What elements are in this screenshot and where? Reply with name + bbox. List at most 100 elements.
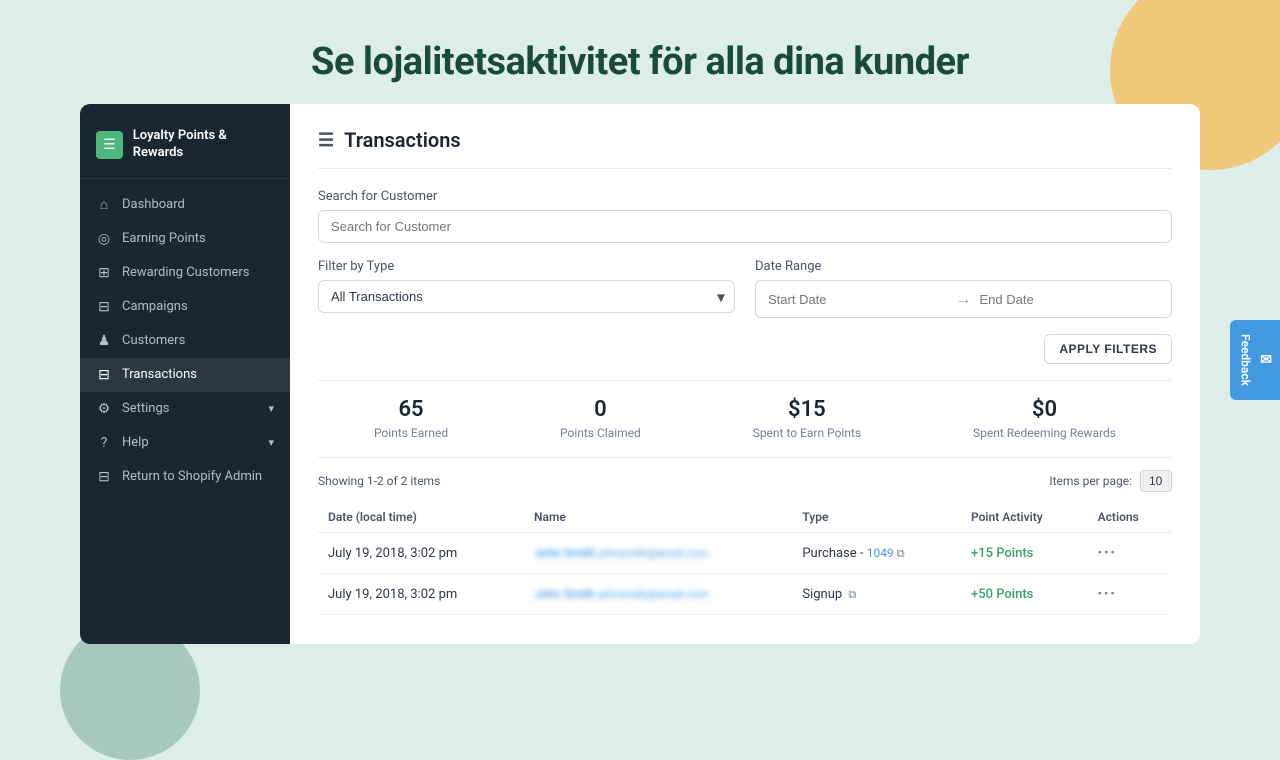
brand-name: Loyalty Points & Rewards: [133, 128, 274, 162]
sidebar-item-customers[interactable]: ♟ Customers: [80, 324, 290, 358]
row2-actions[interactable]: •••: [1088, 574, 1172, 615]
row1-point-activity: +15 Points: [961, 533, 1088, 574]
items-per-page-label: Items per page:: [1049, 474, 1132, 488]
filter-type-group: Filter by Type All Transactions Purchase…: [318, 259, 735, 313]
stat-spent-earn-value: $15: [753, 397, 861, 422]
search-input[interactable]: [318, 210, 1172, 243]
feedback-icon: ✉: [1260, 352, 1272, 368]
sidebar-item-label: Campaigns: [122, 299, 188, 314]
filter-date-group: Date Range →: [755, 259, 1172, 318]
table-count: Showing 1-2 of 2 items: [318, 474, 440, 488]
content-area: ☰ Transactions Search for Customer Filte…: [290, 104, 1200, 644]
sidebar: ☰ Loyalty Points & Rewards ⌂ Dashboard ◎…: [80, 104, 290, 644]
sidebar-item-label: Dashboard: [122, 197, 185, 212]
sidebar-item-label: Help: [122, 435, 149, 450]
content-title: ☰ Transactions: [318, 128, 1172, 169]
search-label: Search for Customer: [318, 189, 1172, 204]
row1-actions-menu[interactable]: •••: [1098, 546, 1117, 561]
feedback-tab[interactable]: ✉ Feedback: [1230, 320, 1280, 400]
row2-type: Signup ⧉: [792, 574, 961, 615]
filter-row: Filter by Type All Transactions Purchase…: [318, 259, 1172, 318]
row1-type-link[interactable]: 1049: [867, 546, 894, 560]
row2-customer-email: johnsmith@email.com: [599, 588, 709, 601]
stat-spent-earn-label: Spent to Earn Points: [753, 426, 861, 440]
row1-points: +15 Points: [971, 546, 1033, 561]
sidebar-item-transactions[interactable]: ⊟ Transactions: [80, 358, 290, 392]
row2-customer: John Smith johnsmith@email.com: [524, 574, 792, 615]
stat-points-claimed-value: 0: [560, 397, 641, 422]
stat-points-earned-value: 65: [374, 397, 448, 422]
filter-date-label: Date Range: [755, 259, 1172, 274]
help-icon: ?: [96, 435, 112, 451]
page-title: Transactions: [344, 128, 461, 152]
campaigns-icon: ⊟: [96, 299, 112, 315]
per-page-select[interactable]: 10 25 50: [1140, 470, 1172, 492]
page-header: Se lojalitetsaktivitet för alla dina kun…: [0, 0, 1280, 104]
col-type: Type: [792, 502, 961, 533]
dashboard-icon: ⌂: [96, 196, 112, 213]
items-per-page: Items per page: 10 25 50: [1049, 470, 1172, 492]
row2-type-text: Signup: [802, 587, 842, 602]
filter-type-label: Filter by Type: [318, 259, 735, 274]
stat-points-earned: 65 Points Earned: [374, 397, 448, 441]
col-name: Name: [524, 502, 792, 533]
feedback-label: Feedback: [1238, 334, 1252, 386]
table-header: Date (local time) Name Type Point Activi…: [318, 502, 1172, 533]
stat-points-earned-label: Points Earned: [374, 426, 448, 440]
settings-icon: ⚙: [96, 401, 112, 417]
sidebar-item-label: Settings: [122, 401, 169, 416]
filter-type-select[interactable]: All Transactions Purchase Signup Redempt…: [318, 280, 735, 313]
sidebar-item-help[interactable]: ? Help ▾: [80, 426, 290, 460]
date-arrow-icon: →: [956, 289, 972, 309]
row1-date: July 19, 2018, 3:02 pm: [318, 533, 524, 574]
stat-spent-redeeming: $0 Spent Redeeming Rewards: [973, 397, 1116, 441]
sidebar-item-label: Rewarding Customers: [122, 265, 250, 280]
table-row: July 19, 2018, 3:02 pm John Smith johnsm…: [318, 574, 1172, 615]
row1-customer: John Smith johnsmith@email.com: [524, 533, 792, 574]
sidebar-item-return[interactable]: ⊟ Return to Shopify Admin: [80, 460, 290, 494]
stat-spent-redeeming-value: $0: [973, 397, 1116, 422]
sidebar-item-settings[interactable]: ⚙ Settings ▾: [80, 392, 290, 426]
chevron-down-icon: ▾: [268, 402, 274, 415]
col-date: Date (local time): [318, 502, 524, 533]
row2-date: July 19, 2018, 3:02 pm: [318, 574, 524, 615]
sidebar-item-rewarding-customers[interactable]: ⊞ Rewarding Customers: [80, 256, 290, 290]
rewarding-icon: ⊞: [96, 265, 112, 281]
apply-filters-button[interactable]: APPLY FILTERS: [1044, 334, 1172, 364]
row1-type-text: Purchase -: [802, 546, 866, 561]
col-point-activity: Point Activity: [961, 502, 1088, 533]
customers-icon: ♟: [96, 333, 112, 349]
stat-points-claimed: 0 Points Claimed: [560, 397, 641, 441]
row2-point-activity: +50 Points: [961, 574, 1088, 615]
sidebar-item-label: Earning Points: [122, 231, 206, 246]
sidebar-item-label: Transactions: [122, 367, 197, 382]
row2-actions-menu[interactable]: •••: [1098, 587, 1117, 602]
date-start-input[interactable]: [768, 292, 948, 307]
sidebar-item-campaigns[interactable]: ⊟ Campaigns: [80, 290, 290, 324]
row2-points: +50 Points: [971, 587, 1033, 602]
row1-type: Purchase - 1049⧉: [792, 533, 961, 574]
transactions-icon: ⊟: [96, 367, 112, 383]
filter-actions: APPLY FILTERS: [318, 334, 1172, 364]
filter-type-select-wrapper[interactable]: All Transactions Purchase Signup Redempt…: [318, 280, 735, 313]
table-body: July 19, 2018, 3:02 pm John Smith johnsm…: [318, 533, 1172, 615]
stats-row: 65 Points Earned 0 Points Claimed $15 Sp…: [318, 380, 1172, 458]
return-icon: ⊟: [96, 469, 112, 485]
date-range-inputs: →: [755, 280, 1172, 318]
row2-customer-name: John Smith: [534, 587, 595, 601]
main-layout: ☰ Loyalty Points & Rewards ⌂ Dashboard ◎…: [80, 104, 1200, 644]
search-section: Search for Customer: [318, 189, 1172, 243]
page-heading: Se lojalitetsaktivitet för alla dina kun…: [20, 40, 1260, 84]
copy-icon: ⧉: [897, 547, 905, 560]
sidebar-item-dashboard[interactable]: ⌂ Dashboard: [80, 187, 290, 222]
row1-customer-name: John Smith: [534, 546, 595, 560]
brand-icon: ☰: [96, 131, 123, 159]
row1-actions[interactable]: •••: [1088, 533, 1172, 574]
data-table: Date (local time) Name Type Point Activi…: [318, 502, 1172, 615]
date-end-input[interactable]: [980, 292, 1160, 307]
transactions-title-icon: ☰: [318, 130, 334, 151]
stat-spent-earn: $15 Spent to Earn Points: [753, 397, 861, 441]
stat-points-claimed-label: Points Claimed: [560, 426, 641, 440]
table-row: July 19, 2018, 3:02 pm John Smith johnsm…: [318, 533, 1172, 574]
sidebar-item-earning-points[interactable]: ◎ Earning Points: [80, 222, 290, 256]
